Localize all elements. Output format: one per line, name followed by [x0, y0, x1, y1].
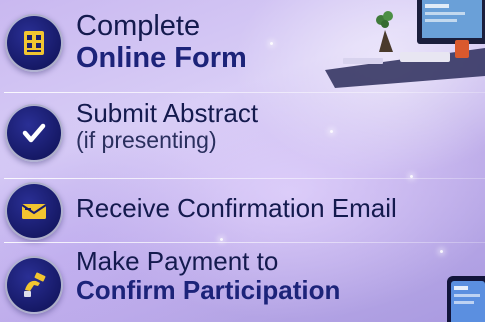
step-text: Make Payment to Confirm Participation — [76, 246, 341, 306]
step-title-line1: Receive Confirmation Email — [76, 193, 397, 223]
envelope-icon — [5, 182, 63, 240]
step-complete-online-form: Complete Online Form — [0, 0, 485, 92]
step-subtitle: (if presenting) — [76, 127, 217, 154]
step-make-payment: Make Payment to Confirm Participation — [0, 243, 485, 322]
payment-hand-icon — [5, 256, 63, 314]
step-title-line2: Online Form — [76, 42, 247, 75]
step-receive-confirmation: Receive Confirmation Email — [0, 179, 485, 242]
step-title-line1: Complete — [76, 10, 201, 42]
step-text: Complete Online Form — [76, 10, 247, 75]
step-text: Receive Confirmation Email — [76, 193, 397, 223]
step-text: Submit Abstract (if presenting) — [76, 98, 259, 154]
step-submit-abstract: Submit Abstract (if presenting) — [0, 93, 485, 178]
step-title-line1: Submit Abstract — [76, 98, 259, 128]
checkmark-icon — [5, 104, 63, 162]
form-grid-icon — [5, 14, 63, 72]
step-title-line2: Confirm Participation — [76, 275, 341, 306]
step-title-line1: Make Payment to — [76, 246, 279, 276]
